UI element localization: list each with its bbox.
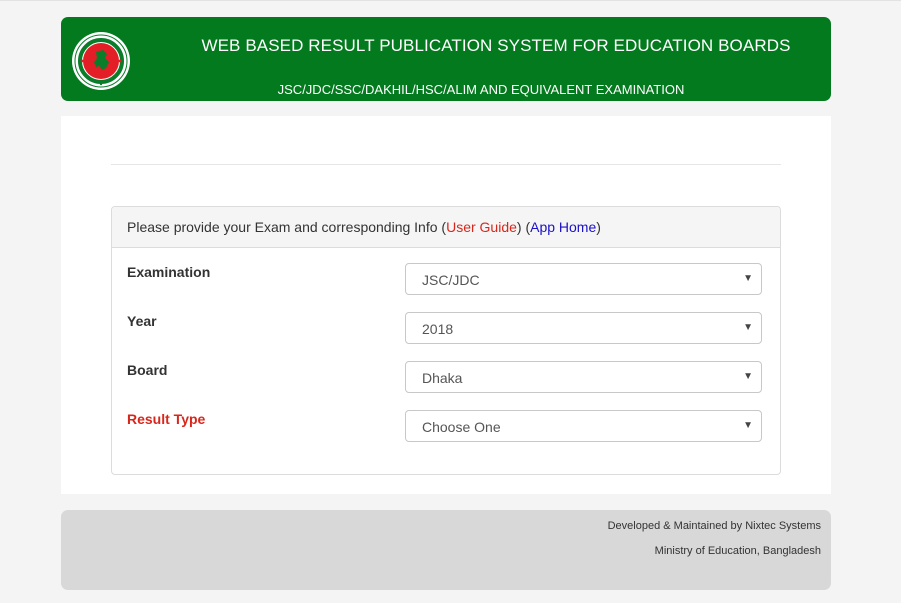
board-label: Board: [127, 362, 168, 378]
user-guide-link[interactable]: User Guide: [446, 219, 517, 235]
year-value: 2018: [422, 321, 454, 337]
year-label: Year: [127, 313, 157, 329]
top-border: [0, 0, 901, 1]
result-type-value: Choose One: [422, 419, 501, 435]
exam-info-panel: Please provide your Exam and correspondi…: [111, 206, 781, 475]
result-type-select[interactable]: Choose One ▼: [405, 410, 762, 442]
year-select[interactable]: 2018 ▼: [405, 312, 762, 344]
footer-ministry: Ministry of Education, Bangladesh: [654, 545, 821, 557]
examination-row: Examination JSC/JDC ▼: [112, 263, 780, 297]
chevron-down-icon: ▼: [743, 273, 753, 284]
chevron-down-icon: ▼: [743, 322, 753, 333]
year-row: Year 2018 ▼: [112, 312, 780, 346]
app-home-link[interactable]: App Home: [530, 219, 596, 235]
chevron-down-icon: ▼: [743, 420, 753, 431]
examination-value: JSC/JDC: [422, 272, 480, 288]
page-subtitle: JSC/JDC/SSC/DAKHIL/HSC/ALIM AND EQUIVALE…: [277, 82, 685, 97]
panel-heading: Please provide your Exam and correspondi…: [112, 207, 780, 248]
panel-prompt: Please provide your Exam and correspondi…: [127, 219, 438, 235]
board-row: Board Dhaka ▼: [112, 361, 780, 395]
board-select[interactable]: Dhaka ▼: [405, 361, 762, 393]
paren: ): [596, 219, 601, 235]
examination-select[interactable]: JSC/JDC ▼: [405, 263, 762, 295]
site-footer: Developed & Maintained by Nixtec Systems…: [61, 510, 831, 590]
paren: ) (: [516, 219, 531, 235]
result-type-row: Result Type Choose One ▼: [112, 410, 780, 444]
examination-label: Examination: [127, 264, 211, 280]
site-header: WEB BASED RESULT PUBLICATION SYSTEM FOR …: [61, 17, 831, 101]
main-content: Please provide your Exam and correspondi…: [61, 116, 831, 494]
board-value: Dhaka: [422, 370, 463, 386]
chevron-down-icon: ▼: [743, 371, 753, 382]
divider: [111, 164, 781, 165]
result-type-label: Result Type: [127, 411, 206, 427]
footer-developer: Developed & Maintained by Nixtec Systems: [607, 520, 821, 532]
page-title: WEB BASED RESULT PUBLICATION SYSTEM FOR …: [201, 36, 791, 55]
